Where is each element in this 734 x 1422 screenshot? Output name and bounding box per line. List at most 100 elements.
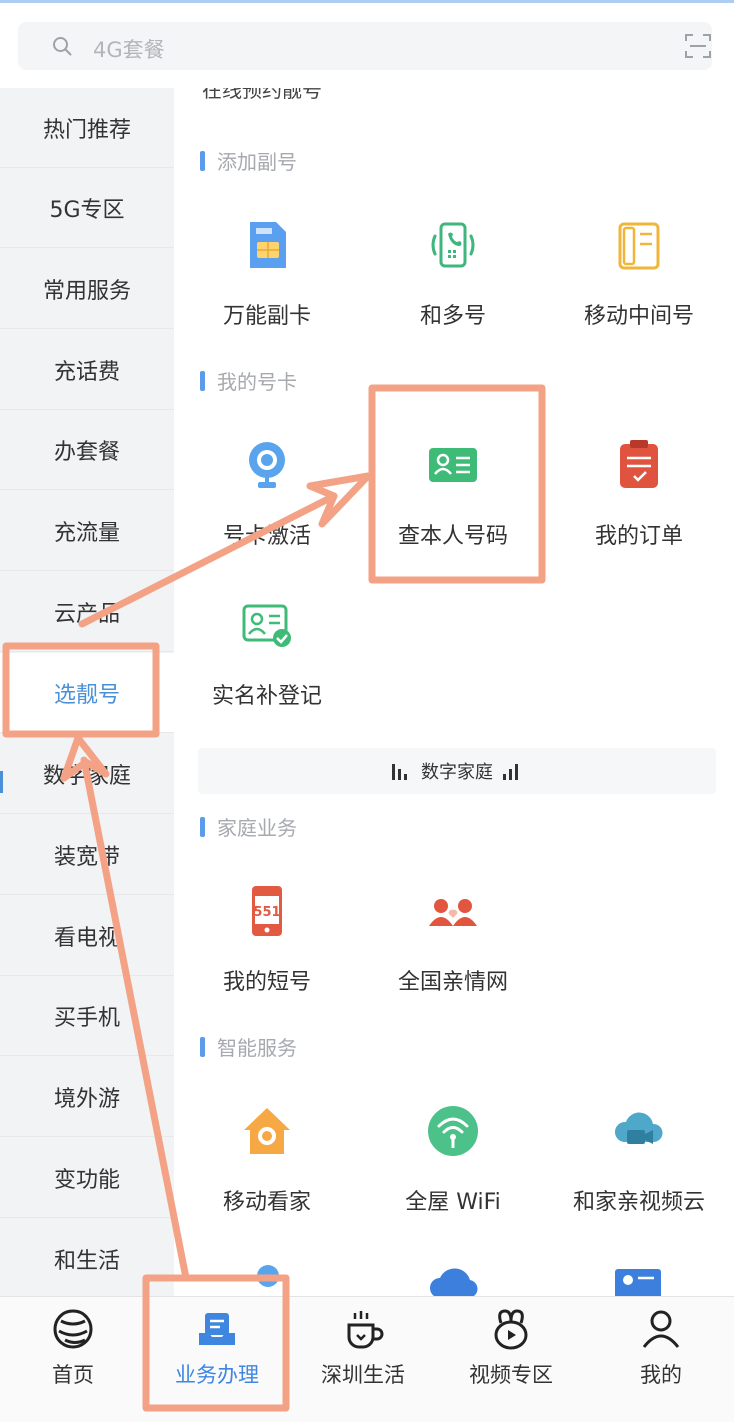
search-placeholder[interactable]: 4G套餐 (93, 34, 165, 64)
section-marker (200, 816, 205, 837)
service-label: 我的订单 (594, 524, 683, 549)
sidebar-item-broadband[interactable]: 装宽带 (0, 815, 174, 895)
service-multi-number[interactable]: 和多号 (360, 218, 546, 358)
sidebar-item-tv[interactable]: 看电视 (0, 896, 174, 976)
sidebar-item-label: 和生活 (53, 1248, 120, 1274)
business-icon (199, 1313, 235, 1345)
sidebar-item-label: 变功能 (53, 1167, 120, 1193)
sidebar-item-label: 5G专区 (49, 197, 125, 223)
sidebar-item-label: 数字家庭 (42, 763, 131, 789)
service-label: 查本人号码 (397, 524, 508, 549)
scan-icon[interactable] (684, 33, 712, 59)
sidebar-item-phone[interactable]: 买手机 (0, 976, 174, 1056)
short-number-icon: 551 (252, 886, 282, 936)
tab-business[interactable]: 业务办理 (144, 1297, 290, 1422)
tab-shenzhen-life[interactable]: 深圳生活 (290, 1297, 436, 1422)
section-title-text: 家庭业务 (217, 816, 297, 840)
sidebar-item-data[interactable]: 充流量 (0, 491, 174, 571)
sidebar-item-label: 充话费 (53, 359, 120, 385)
section-title-text: 我的号卡 (217, 370, 297, 394)
sidebar-item-recharge[interactable]: 充话费 (0, 330, 174, 410)
section-title-smart: 智能服务 (200, 1032, 297, 1061)
section-title-text: 添加副号 (217, 150, 297, 174)
service-home-camera[interactable]: 移动看家 (174, 1104, 360, 1244)
service-label: 万能副卡 (222, 304, 311, 329)
sidebar-item-label: 买手机 (53, 1005, 120, 1031)
sidebar-item-label: 云产品 (53, 601, 120, 627)
sidebar-item-number[interactable]: 选靓号 (0, 653, 174, 733)
home-camera-icon (244, 1108, 290, 1154)
order-clipboard-icon (620, 440, 658, 488)
wifi-icon (428, 1106, 478, 1156)
sidebar-item-label: 常用服务 (42, 278, 131, 304)
sidebar-item-cloud[interactable]: 云产品 (0, 572, 174, 652)
scrolled-item-label: 在线预约靓号 (202, 88, 322, 102)
sidebar-item-features[interactable]: 变功能 (0, 1138, 174, 1218)
service-whole-home-wifi[interactable]: 全屋 WiFi (360, 1104, 546, 1244)
active-indicator (0, 771, 3, 793)
tab-label: 首页 (52, 1363, 94, 1387)
digital-home-banner[interactable]: 数字家庭 (198, 748, 716, 794)
tab-label: 业务办理 (175, 1363, 259, 1387)
service-content: 在线预约靓号 添加副号 万能副卡 和多号 移动中间号 我的号卡 号卡激活 查本人… (174, 88, 734, 1296)
service-middle-number[interactable]: 移动中间号 (546, 218, 732, 358)
banner-label: 数字家庭 (421, 762, 493, 783)
service-label: 和多号 (419, 304, 486, 329)
sidebar-item-hot[interactable]: 热门推荐 (0, 88, 174, 168)
cloud-icon (430, 1268, 478, 1296)
signal-bars-icon (503, 764, 518, 780)
sidebar-item-label: 办套餐 (53, 439, 120, 465)
multi-number-icon (431, 222, 475, 268)
tab-home[interactable]: 首页 (0, 1297, 146, 1422)
service-family-network[interactable]: 全国亲情网 (360, 884, 546, 1024)
section-marker (200, 370, 205, 391)
sidebar-item-label: 看电视 (53, 925, 120, 951)
bottom-tab-bar: 首页 业务办理 深圳生活 视频专区 我的 (0, 1296, 734, 1422)
section-title-family: 家庭业务 (200, 812, 297, 841)
sidebar-item-label: 装宽带 (53, 844, 120, 870)
search-icon (53, 37, 72, 56)
tab-mine[interactable]: 我的 (588, 1297, 734, 1422)
tab-label: 视频专区 (469, 1363, 553, 1387)
service-my-orders[interactable]: 我的订单 (546, 438, 732, 578)
service-query-own-number[interactable]: 查本人号码 (360, 438, 546, 578)
realname-register-icon (242, 604, 291, 647)
category-sidebar: 热门推荐 5G专区 常用服务 充话费 办套餐 充流量 云产品 选靓号 数字家庭 … (0, 88, 174, 1296)
sidebar-item-travel[interactable]: 境外游 (0, 1057, 174, 1137)
family-network-icon (429, 899, 477, 926)
sidebar-item-label: 热门推荐 (42, 117, 131, 143)
sidebar-item-digital-home[interactable]: 数字家庭 (0, 734, 174, 814)
service-short-number[interactable]: 551 我的短号 (174, 884, 360, 1024)
service-label: 移动中间号 (583, 304, 694, 329)
section-title-text: 智能服务 (217, 1036, 297, 1060)
service-label: 号卡激活 (222, 524, 311, 549)
service-label: 全国亲情网 (397, 970, 508, 995)
id-card-icon (429, 448, 477, 482)
sidebar-item-plan[interactable]: 办套餐 (0, 410, 174, 490)
service-label: 我的短号 (222, 970, 311, 995)
search-bar[interactable]: 4G套餐 (18, 22, 712, 70)
camera-activate-icon (249, 442, 285, 488)
section-title-my-card: 我的号卡 (200, 366, 297, 395)
signal-bars-icon (392, 764, 407, 780)
service-universal-sub-card[interactable]: 万能副卡 (174, 218, 360, 358)
sim-card-icon (250, 222, 286, 268)
sidebar-item-label: 境外游 (53, 1086, 120, 1112)
service-video-cloud[interactable]: 和家亲视频云 (546, 1104, 732, 1244)
sidebar-item-common[interactable]: 常用服务 (0, 249, 174, 329)
svg-text:551: 551 (253, 905, 280, 920)
china-mobile-logo-icon (53, 1309, 93, 1349)
tab-label: 我的 (640, 1363, 682, 1387)
section-title-add-number: 添加副号 (200, 146, 297, 175)
id-frame-icon (615, 1269, 661, 1296)
service-card-activate[interactable]: 号卡激活 (174, 438, 360, 578)
sidebar-item-life[interactable]: 和生活 (0, 1219, 174, 1296)
tab-video-zone[interactable]: 视频专区 (438, 1297, 584, 1422)
sidebar-item-5g[interactable]: 5G专区 (0, 168, 174, 248)
bulb-icon (257, 1265, 279, 1287)
service-label: 实名补登记 (211, 684, 322, 709)
service-label: 移动看家 (222, 1190, 311, 1215)
coffee-cup-icon (347, 1311, 384, 1349)
sidebar-item-label: 充流量 (53, 520, 120, 546)
service-realname-register[interactable]: 实名补登记 (174, 598, 360, 738)
